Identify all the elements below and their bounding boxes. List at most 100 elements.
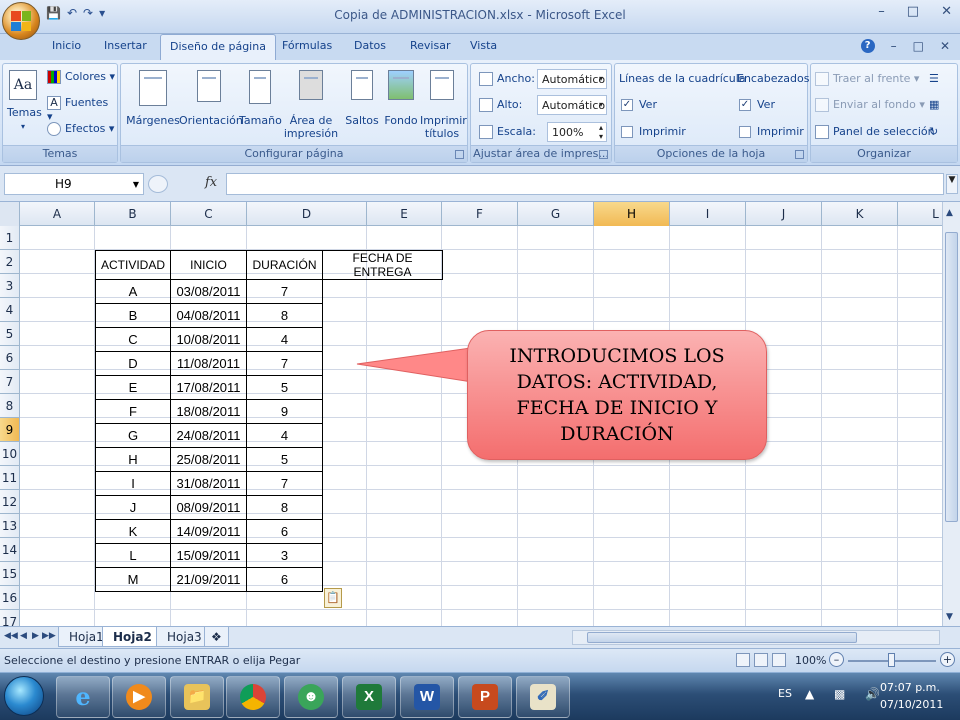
imprimir-titulos-button[interactable]: Imprimir títulos (419, 70, 467, 140)
file-explorer-icon[interactable]: 📁 (170, 676, 224, 718)
zoom-slider-thumb[interactable] (888, 653, 895, 667)
tamano-button[interactable]: Tamaño (239, 70, 282, 127)
formula-input[interactable] (226, 173, 944, 195)
doc-restore-button[interactable]: □ (913, 39, 924, 53)
tab-datos[interactable]: Datos (354, 39, 386, 52)
sheet-tab-hoja2[interactable]: Hoja2 (102, 627, 163, 647)
excel-icon[interactable]: X (342, 676, 396, 718)
panel-seleccion-button[interactable]: Panel de selección (815, 125, 935, 139)
vertical-scrollbar[interactable]: ▲ ▼ (942, 202, 960, 626)
table-cell[interactable]: 9 (246, 399, 323, 424)
row-header-3[interactable]: 3 (0, 274, 20, 298)
table-cell[interactable]: M (95, 567, 171, 592)
language-indicator[interactable]: ES (778, 687, 792, 700)
area-impresion-button[interactable]: Área de impresión (281, 70, 341, 140)
prev-sheet-icon[interactable]: ◀ (20, 631, 27, 641)
select-all-corner[interactable] (0, 202, 20, 226)
name-box[interactable]: H9 ▼ (4, 173, 144, 195)
row-header-7[interactable]: 7 (0, 370, 20, 394)
table-cell[interactable]: 7 (246, 471, 323, 496)
table-cell[interactable]: 6 (246, 567, 323, 592)
messenger-icon[interactable]: ☻ (284, 676, 338, 718)
row-header-1[interactable]: 1 (0, 226, 20, 250)
temas-button[interactable]: Aa Temas ▾ (7, 70, 42, 133)
row-header-13[interactable]: 13 (0, 514, 20, 538)
table-cell[interactable]: L (95, 543, 171, 568)
row-header-4[interactable]: 4 (0, 298, 20, 322)
margenes-button[interactable]: Márgenes (125, 70, 181, 127)
column-header-f[interactable]: F (442, 202, 518, 226)
ancho-select[interactable]: Automático ▾ (537, 69, 607, 89)
column-header-g[interactable]: G (518, 202, 594, 226)
saltos-button[interactable]: Saltos (343, 70, 381, 127)
table-cell[interactable]: 4 (246, 423, 323, 448)
normal-view-icon[interactable] (736, 653, 750, 667)
row-header-14[interactable]: 14 (0, 538, 20, 562)
row-header-16[interactable]: 16 (0, 586, 20, 610)
row-header-2[interactable]: 2 (0, 250, 20, 274)
next-sheet-icon[interactable]: ▶ (32, 631, 39, 641)
row-header-10[interactable]: 10 (0, 442, 20, 466)
align-icon[interactable]: ☰ (929, 72, 939, 85)
dialog-launcher-icon[interactable] (795, 150, 804, 159)
table-cell[interactable]: A (95, 279, 171, 304)
insert-function-button[interactable]: fx (205, 175, 217, 190)
table-header-cell[interactable]: ACTIVIDAD (95, 250, 171, 280)
column-header-d[interactable]: D (247, 202, 367, 226)
column-header-l[interactable]: L (898, 202, 942, 226)
row-header-8[interactable]: 8 (0, 394, 20, 418)
vertical-scroll-thumb[interactable] (945, 232, 958, 522)
row-header-5[interactable]: 5 (0, 322, 20, 346)
column-header-j[interactable]: J (746, 202, 822, 226)
tab-vista[interactable]: Vista (470, 39, 497, 52)
table-cell[interactable]: 7 (246, 351, 323, 376)
table-cell[interactable]: C (95, 327, 171, 352)
table-cell[interactable]: 08/09/2011 (170, 495, 247, 520)
gridlines-ver-checkbox[interactable]: ✓ Ver (621, 98, 657, 111)
horizontal-scroll-thumb[interactable] (587, 632, 857, 643)
powerpoint-icon[interactable]: P (458, 676, 512, 718)
table-cell[interactable]: F (95, 399, 171, 424)
table-cell[interactable]: D (95, 351, 171, 376)
scroll-up-icon[interactable]: ▲ (946, 208, 953, 218)
efectos-button[interactable]: Efectos ▾ (47, 122, 114, 136)
table-cell[interactable]: I (95, 471, 171, 496)
table-cell[interactable]: 8 (246, 303, 323, 328)
media-player-icon[interactable]: ▶ (112, 676, 166, 718)
zoom-level[interactable]: 100% (795, 654, 826, 667)
row-header-17[interactable]: 17 (0, 610, 20, 626)
horizontal-scrollbar[interactable] (572, 630, 940, 645)
column-header-a[interactable]: A (20, 202, 95, 226)
table-cell[interactable]: J (95, 495, 171, 520)
table-cell[interactable]: 6 (246, 519, 323, 544)
last-sheet-icon[interactable]: ▶▶ (42, 631, 56, 641)
expand-formula-bar-icon[interactable]: ▼ (946, 174, 958, 194)
row-header-15[interactable]: 15 (0, 562, 20, 586)
headings-ver-checkbox[interactable]: ✓ Ver (739, 98, 775, 111)
zoom-out-icon[interactable]: – (829, 652, 844, 667)
table-cell[interactable]: 4 (246, 327, 323, 352)
dialog-launcher-icon[interactable] (455, 150, 464, 159)
enviar-al-fondo-button[interactable]: Enviar al fondo ▾ (815, 98, 925, 112)
table-cell[interactable]: 25/08/2011 (170, 447, 247, 472)
table-cell[interactable]: 04/08/2011 (170, 303, 247, 328)
fondo-button[interactable]: Fondo (383, 70, 419, 127)
maximize-button[interactable]: □ (907, 4, 919, 19)
table-cell[interactable]: G (95, 423, 171, 448)
dialog-launcher-icon[interactable] (599, 150, 608, 159)
help-icon[interactable]: ? (860, 39, 875, 53)
column-header-k[interactable]: K (822, 202, 898, 226)
clock-time[interactable]: 07:07 p.m. (880, 681, 940, 694)
row-header-12[interactable]: 12 (0, 490, 20, 514)
word-icon[interactable]: W (400, 676, 454, 718)
table-cell[interactable]: 21/09/2011 (170, 567, 247, 592)
first-sheet-icon[interactable]: ◀◀ (4, 631, 18, 641)
column-header-e[interactable]: E (367, 202, 442, 226)
orientacion-button[interactable]: Orientación (179, 70, 243, 127)
gridlines-imprimir-checkbox[interactable]: Imprimir (621, 125, 686, 138)
table-cell[interactable]: B (95, 303, 171, 328)
table-cell[interactable]: 15/09/2011 (170, 543, 247, 568)
table-cell[interactable]: 14/09/2011 (170, 519, 247, 544)
escala-stepper[interactable]: 100% ▴ ▾ (547, 122, 607, 142)
column-header-i[interactable]: I (670, 202, 746, 226)
